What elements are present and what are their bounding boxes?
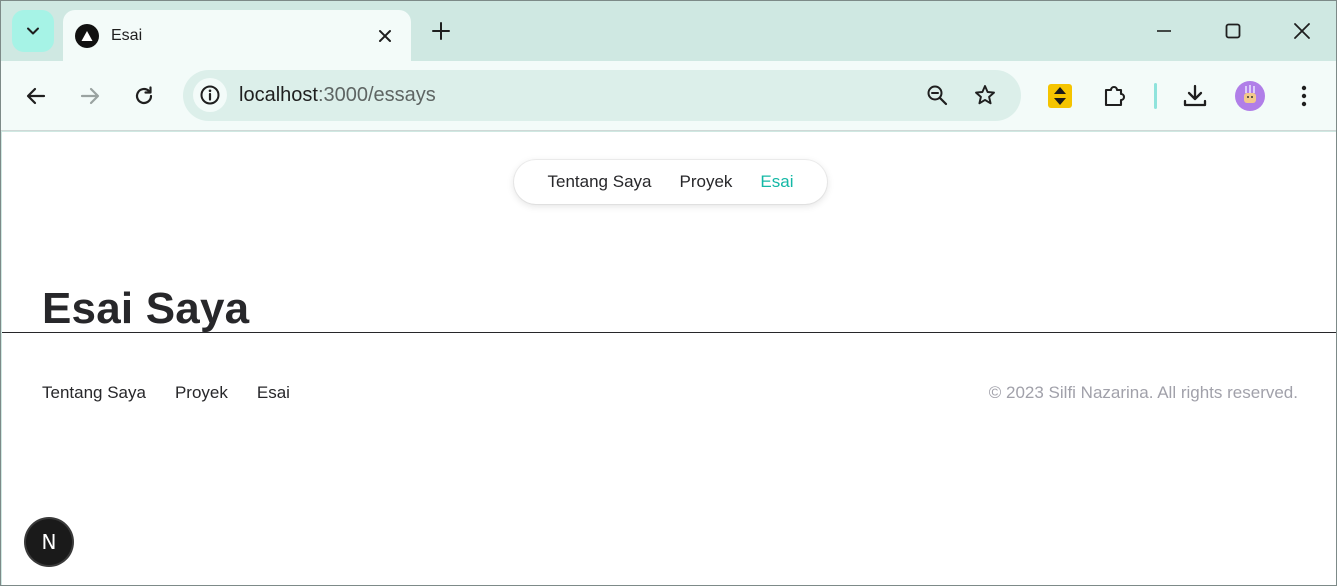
page-viewport: Tentang Saya Proyek Esai Esai Saya Tenta… [2,132,1336,585]
minimize-icon [1157,30,1171,32]
bookmark-button[interactable] [968,78,1002,112]
footer-divider [2,332,1336,333]
site-info-button[interactable] [193,78,227,112]
reload-icon [135,86,153,105]
browser-window: Esai localhost:3000/essays Tentang Saya … [0,0,1337,586]
info-icon [200,85,220,105]
plus-icon [432,22,450,40]
chevron-down-icon [27,27,39,35]
download-icon [1183,84,1207,107]
zoom-out-icon [927,85,948,106]
arrow-left-icon [26,87,46,105]
tab-esai[interactable]: Esai [63,10,411,62]
download-button[interactable] [1177,78,1213,114]
toolbar-divider [1154,83,1157,109]
maximize-button[interactable] [1215,13,1251,49]
nav-item-proyek[interactable]: Proyek [665,172,746,192]
zoom-button[interactable] [920,78,954,112]
tab-title: Esai [111,27,143,44]
maximize-icon [1225,23,1241,39]
address-bar[interactable]: localhost:3000/essays [183,70,1021,121]
copyright-text: © 2023 Silfi Nazarina. All rights reserv… [988,383,1298,402]
url-host: localhost [239,84,318,106]
nav-item-tentang-saya[interactable]: Tentang Saya [534,172,666,192]
extension-badge-icon [1048,84,1072,108]
triangle-icon [75,24,99,48]
page-title: Esai Saya [42,284,250,333]
new-tab-button[interactable] [425,15,457,47]
avatar-icon [1235,81,1265,111]
close-window-button[interactable] [1284,13,1320,49]
minimize-button[interactable] [1146,13,1182,49]
tab-strip: Esai [1,1,1336,62]
menu-button[interactable] [1286,78,1322,114]
top-nav: Tentang Saya Proyek Esai [514,160,827,204]
reload-button[interactable] [126,78,162,114]
close-icon [1294,23,1310,39]
more-vertical-icon [1301,85,1307,107]
footer-nav: Tentang Saya Proyek Esai [42,383,290,403]
browser-toolbar: localhost:3000/essays [1,61,1336,131]
footer-link-esai[interactable]: Esai [257,383,290,403]
tab-search-button[interactable] [12,10,54,52]
forward-button[interactable] [72,78,108,114]
extensions-button[interactable] [1097,78,1133,114]
url-path: :3000/essays [317,84,436,106]
nextjs-dev-badge[interactable]: N [26,519,72,565]
nav-item-esai[interactable]: Esai [746,172,807,192]
arrow-right-icon [80,87,100,105]
back-button[interactable] [18,78,54,114]
star-icon [975,85,995,105]
profile-button[interactable] [1232,78,1268,114]
footer-link-proyek[interactable]: Proyek [175,383,228,403]
url-text: localhost:3000/essays [239,84,436,107]
extension-badge-button[interactable] [1042,78,1078,114]
puzzle-icon [1104,86,1125,107]
close-icon[interactable] [371,22,399,50]
footer-link-tentang-saya[interactable]: Tentang Saya [42,383,146,403]
